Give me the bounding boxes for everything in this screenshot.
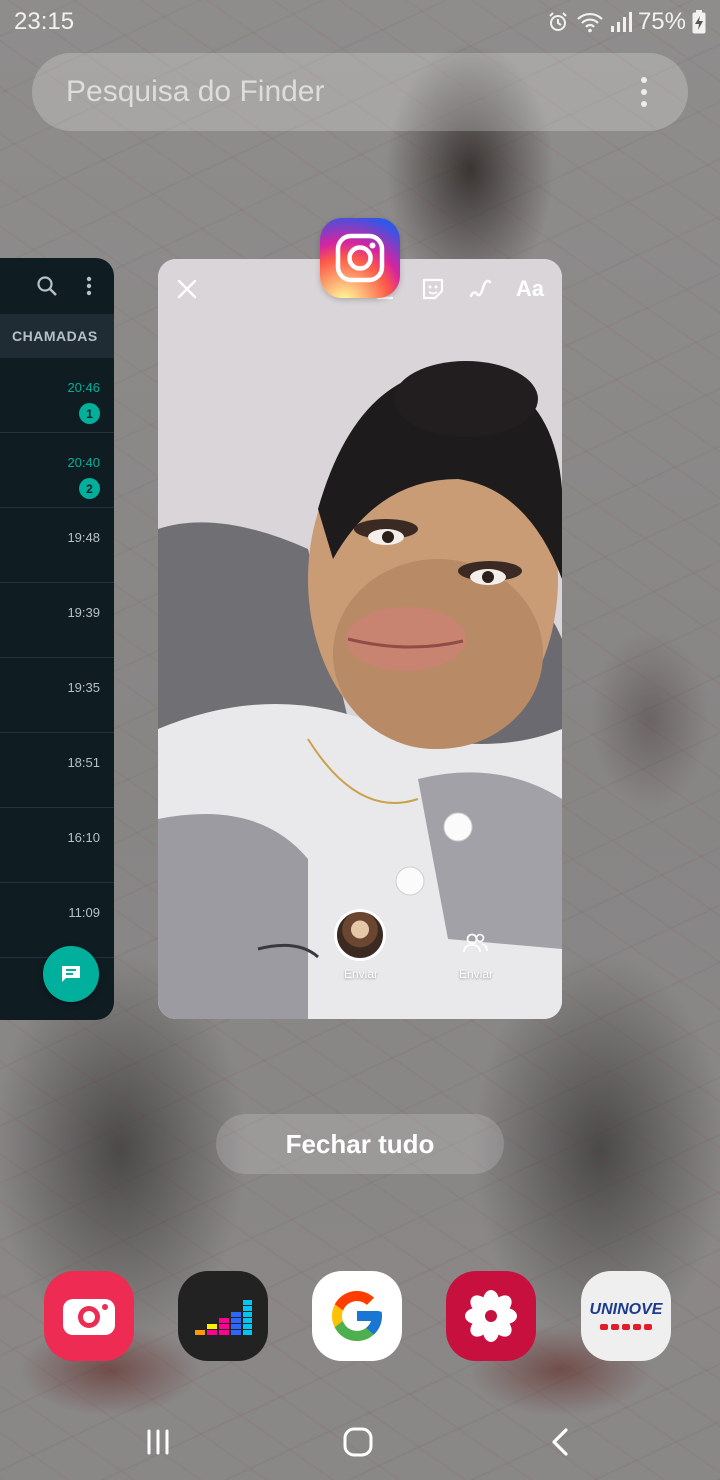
call-time: 16:10 — [67, 830, 100, 845]
send-to-story-label: Enviar — [344, 967, 379, 981]
search-icon[interactable] — [36, 275, 58, 297]
alarm-icon — [549, 12, 567, 31]
recent-app-card-messages[interactable]: CHAMADAS 20:46 1 20:40 2 19:48 19:39 19:… — [0, 258, 114, 1020]
unread-badge: 2 — [79, 478, 100, 499]
google-g-glyph — [332, 1291, 382, 1341]
uninove-logo-dots — [590, 1324, 663, 1330]
chat-icon — [62, 966, 80, 982]
app-dock: UNINOVE — [44, 1271, 671, 1361]
home-icon — [343, 1427, 373, 1457]
instagram-camera-glyph — [335, 233, 385, 283]
story-photo — [158, 259, 562, 1019]
back-button[interactable] — [540, 1424, 580, 1460]
call-time: 20:46 — [67, 380, 100, 395]
list-item[interactable]: 19:35 — [0, 658, 114, 733]
uninove-logo: UNINOVE — [589, 1301, 663, 1330]
finder-search-bar[interactable]: Pesquisa do Finder — [32, 53, 688, 131]
status-time: 23:15 — [14, 8, 75, 35]
unread-badge: 1 — [79, 403, 100, 424]
new-chat-button[interactable] — [43, 946, 99, 1002]
uninove-app-icon[interactable]: UNINOVE — [581, 1271, 671, 1361]
google-app-icon[interactable] — [312, 1271, 402, 1361]
navigation-bar — [0, 1410, 720, 1474]
call-time: 19:39 — [67, 605, 100, 620]
recents-icon — [147, 1429, 169, 1455]
status-icons: 75% — [546, 8, 706, 36]
close-icon[interactable] — [176, 278, 198, 300]
more-options-icon[interactable] — [634, 77, 654, 107]
list-item[interactable]: 18:51 — [0, 733, 114, 808]
camera-app-icon[interactable] — [44, 1271, 134, 1361]
camera-glyph — [63, 1299, 115, 1335]
recent-app-card-instagram[interactable]: Aa Enviar Enviar — [158, 259, 562, 1019]
list-item[interactable]: 20:46 1 — [0, 358, 114, 433]
call-time: 20:40 — [67, 455, 100, 470]
draw-icon[interactable] — [468, 276, 494, 302]
calls-list: 20:46 1 20:40 2 19:48 19:39 19:35 18:51 … — [0, 358, 114, 958]
story-send-bar: Enviar Enviar — [158, 909, 562, 1019]
battery-percent: 75% — [637, 8, 686, 35]
tab-calls-label: CHAMADAS — [12, 328, 98, 344]
list-item[interactable]: 16:10 — [0, 808, 114, 883]
back-icon — [552, 1428, 568, 1456]
call-time: 19:48 — [67, 530, 100, 545]
send-to-friends-label: Enviar — [459, 967, 494, 981]
home-button[interactable] — [338, 1424, 378, 1460]
text-tool-button[interactable]: Aa — [516, 276, 544, 302]
recents-button[interactable] — [138, 1424, 178, 1460]
battery-charging-icon — [692, 10, 706, 34]
list-item[interactable]: 19:48 — [0, 508, 114, 583]
messages-toolbar — [0, 258, 114, 314]
gallery-app-icon[interactable] — [446, 1271, 536, 1361]
call-time: 19:35 — [67, 680, 100, 695]
wifi-icon — [577, 12, 603, 33]
tab-calls[interactable]: CHAMADAS — [0, 314, 114, 358]
search-placeholder: Pesquisa do Finder — [66, 75, 325, 108]
more-options-icon[interactable] — [86, 276, 92, 296]
call-time: 11:09 — [68, 905, 100, 920]
list-item[interactable]: 11:09 — [0, 883, 114, 958]
status-bar: 23:15 75% — [0, 0, 720, 44]
deezer-app-icon[interactable] — [178, 1271, 268, 1361]
signal-icon — [610, 12, 632, 32]
list-item[interactable]: 19:39 — [0, 583, 114, 658]
call-time: 18:51 — [67, 755, 100, 770]
list-item[interactable]: 20:40 2 — [0, 433, 114, 508]
close-all-button[interactable]: Fechar tudo — [216, 1114, 504, 1174]
close-friends-icon[interactable] — [462, 931, 488, 955]
flower-glyph — [465, 1290, 517, 1342]
deezer-equalizer-glyph — [195, 1300, 252, 1335]
avatar[interactable] — [334, 909, 386, 961]
sticker-icon[interactable] — [420, 276, 446, 302]
instagram-app-icon[interactable] — [320, 218, 400, 298]
uninove-logo-text: UNINOVE — [589, 1301, 663, 1318]
